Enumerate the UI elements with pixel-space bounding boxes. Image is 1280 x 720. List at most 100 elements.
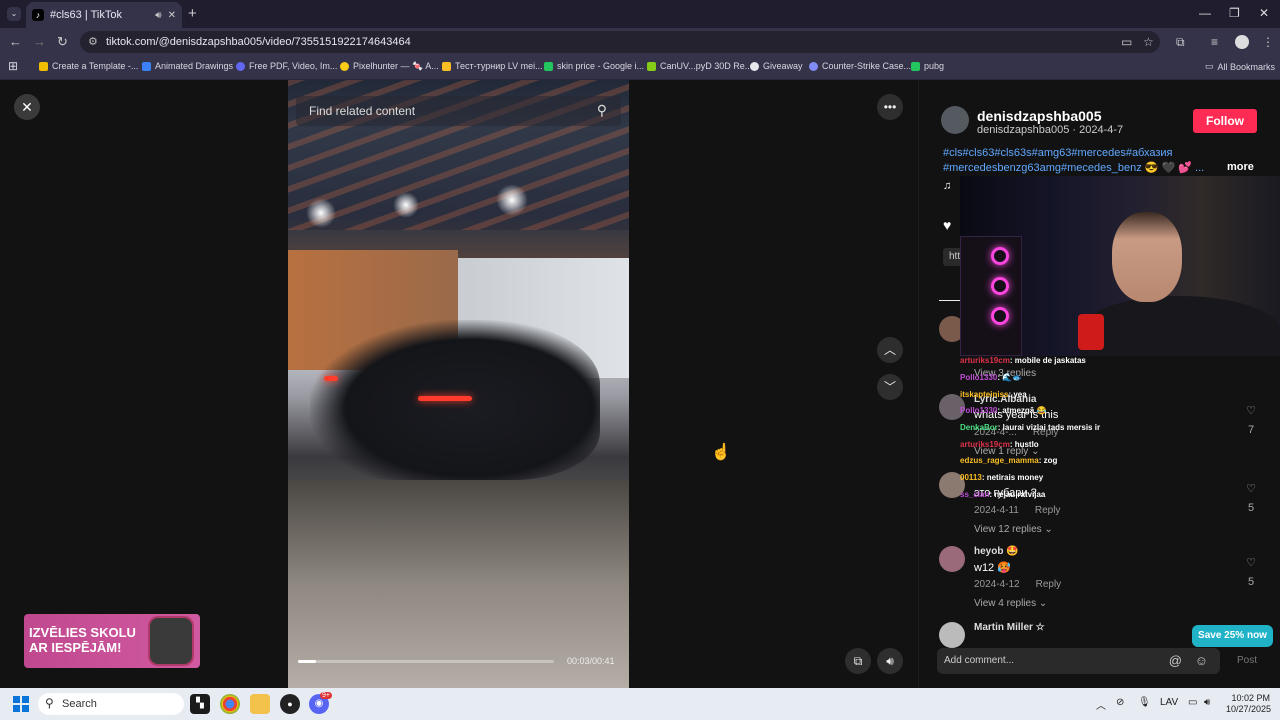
comment-avatar[interactable] xyxy=(939,546,965,572)
chrome-icon[interactable] xyxy=(220,694,240,714)
chat-message: : 🌊🐟 xyxy=(997,373,1023,382)
media-controls-icon[interactable]: ≡ xyxy=(1211,35,1218,49)
url-text: tiktok.com/@denisdzapshba005/video/73551… xyxy=(106,36,411,48)
hashtags-line-1[interactable]: #cls#cls63#cls63s#amg63#mercedes#абхазия xyxy=(943,146,1233,161)
bookmark-item[interactable]: CanUV...pyD 30D Re... xyxy=(647,61,752,71)
search-placeholder: Find related content xyxy=(309,104,416,118)
post-comment-button[interactable]: Post xyxy=(1237,655,1257,666)
bookmark-favicon-icon xyxy=(39,61,48,71)
chat-user: Pollo1330 xyxy=(960,406,998,415)
hashtags-line-2[interactable]: #mercedesbenzg63amg#mecedes_benz 😎 🖤 💕 .… xyxy=(943,161,1233,176)
bookmark-item[interactable]: pubg xyxy=(911,61,944,71)
follow-button[interactable]: Follow xyxy=(1193,109,1257,133)
comment-author[interactable]: Martin Miller ☆ xyxy=(974,622,1045,633)
tab-search-dropdown-icon[interactable]: ⌄ xyxy=(7,7,21,21)
chat-message: : atmezgā 😂 xyxy=(997,406,1047,415)
address-toolbar: ← → ↻ ⚙︎ tiktok.com/@denisdzapshba005/vi… xyxy=(0,28,1280,56)
all-bookmarks-label: All Bookmarks xyxy=(1217,61,1276,72)
bookmark-item[interactable]: Counter-Strike Case... xyxy=(809,61,911,71)
volume-button[interactable]: 🔊︎ xyxy=(877,648,903,674)
restore-icon[interactable]: ❐ xyxy=(1229,6,1240,20)
bookmark-label: Free PDF, Video, Im... xyxy=(249,61,338,71)
profile-avatar-icon[interactable] xyxy=(1235,35,1249,49)
forward-arrow-icon[interactable]: → xyxy=(33,34,46,49)
view-replies[interactable]: View 4 replies ⌄ xyxy=(974,598,1047,609)
keyboard-language[interactable]: LAV xyxy=(1160,697,1178,708)
bookmark-favicon-icon xyxy=(340,62,349,71)
comment-like-icon[interactable]: ♡ xyxy=(1243,404,1259,417)
extensions-icon[interactable]: ⧉ xyxy=(1176,35,1185,50)
more-options-button[interactable]: ••• xyxy=(877,94,903,120)
find-related-search[interactable]: Find related content ⚲ xyxy=(296,96,621,126)
like-count: 5 xyxy=(1247,502,1255,514)
app-icon[interactable]: ● xyxy=(280,694,300,714)
menu-kebab-icon[interactable]: ⋮ xyxy=(1262,35,1274,49)
emoji-icon[interactable]: ☺ xyxy=(1195,653,1208,668)
music-note-icon[interactable]: ♫ xyxy=(943,180,951,192)
promo-ad-banner[interactable]: IZVĒLIES SKOLU AR IESPĒJĀM! xyxy=(24,614,200,668)
taskbar-clock[interactable]: 10:02 PM 10/27/2025 xyxy=(1226,693,1272,715)
close-video-button[interactable]: ✕ xyxy=(14,94,40,120)
clock-date: 10/27/2025 xyxy=(1226,704,1272,714)
video-player[interactable]: Find related content ⚲ 00:03/00:41 xyxy=(288,80,629,688)
tray-app-icon[interactable]: ⊘ xyxy=(1116,697,1124,708)
save-discount-button[interactable]: Save 25% now xyxy=(1192,625,1273,647)
browser-tab[interactable]: ♪ #cls63 | TikTok 🔊︎ ✕ xyxy=(26,2,182,28)
bookmark-label: Тест-турнир LV mei... xyxy=(455,61,543,71)
more-button[interactable]: more xyxy=(1227,161,1254,173)
bookmark-item[interactable]: Create a Template -... xyxy=(39,61,138,71)
url-bar[interactable]: ⚙︎ tiktok.com/@denisdzapshba005/video/73… xyxy=(80,31,1160,53)
next-video-button[interactable]: ﹀ xyxy=(877,374,903,400)
bookmark-item[interactable]: Тест-турнир LV mei... xyxy=(442,61,543,71)
bookmark-item[interactable]: Giveaway xyxy=(750,61,803,71)
picture-in-picture-button[interactable]: ⧉ xyxy=(845,648,871,674)
chat-message: : zog xyxy=(1038,456,1058,465)
comment-like-icon[interactable]: ♡ xyxy=(1243,556,1259,569)
all-bookmarks[interactable]: ▭ All Bookmarks xyxy=(1205,61,1275,72)
previous-video-button[interactable]: ︿ xyxy=(877,337,903,363)
bookmark-favicon-icon xyxy=(647,61,656,71)
minimize-icon[interactable]: — xyxy=(1199,6,1211,20)
reload-icon[interactable]: ↻ xyxy=(57,34,68,50)
notification-badge: 9+ xyxy=(320,692,332,699)
bookmark-item[interactable]: Free PDF, Video, Im... xyxy=(236,61,337,71)
volume-icon[interactable]: 🔊︎ xyxy=(1204,697,1210,708)
microphone-icon[interactable]: 🎙︎ xyxy=(1138,697,1151,708)
webcam-fan-light xyxy=(991,277,1009,295)
bookmark-item[interactable]: Animated Drawings xyxy=(142,61,233,71)
comment-author[interactable]: heyob 🤩 xyxy=(974,546,1019,557)
comment-like-icon[interactable]: ♡ xyxy=(1243,482,1259,495)
search-icon[interactable]: ⚲ xyxy=(597,102,607,119)
author-username[interactable]: denisdzapshba005 xyxy=(977,108,1102,124)
network-icon[interactable]: ▭ xyxy=(1188,697,1197,708)
author-avatar[interactable] xyxy=(941,106,969,134)
apps-grid-icon[interactable]: ⊞ xyxy=(8,59,18,73)
chat-message: : laurai vizlai tads mersis ir xyxy=(997,423,1101,432)
bookmark-label: skin price - Google i... xyxy=(557,61,645,71)
close-tab-icon[interactable]: ✕ xyxy=(168,10,176,21)
taskbar-search[interactable]: ⚲ Search xyxy=(38,693,184,715)
like-heart-icon[interactable]: ♥ xyxy=(943,217,951,233)
new-tab-icon[interactable]: + xyxy=(188,5,197,22)
file-explorer-icon[interactable] xyxy=(250,694,270,714)
bookmark-star-icon[interactable]: ☆ xyxy=(1143,35,1154,49)
comment-avatar[interactable] xyxy=(939,622,965,648)
site-info-icon[interactable]: ⚙︎ xyxy=(88,35,98,48)
task-view-icon[interactable]: ▚ xyxy=(190,694,210,714)
cast-icon[interactable]: ▭ xyxy=(1121,35,1132,49)
mention-icon[interactable]: @ xyxy=(1169,653,1182,668)
reply-button[interactable]: Reply xyxy=(1036,579,1062,590)
reply-button[interactable]: Reply xyxy=(1035,505,1061,516)
view-replies[interactable]: View 12 replies ⌄ xyxy=(974,524,1053,535)
bookmark-item[interactable]: Pixelhunter — 🍬 A... xyxy=(340,61,439,72)
video-progress-bar[interactable] xyxy=(298,660,554,663)
bookmark-item[interactable]: skin price - Google i... xyxy=(544,61,644,71)
bookmark-label: CanUV...pyD 30D Re... xyxy=(660,61,753,71)
speaker-icon[interactable]: 🔊︎ xyxy=(155,10,161,21)
add-comment-input[interactable]: Add comment... @ ☺ xyxy=(937,648,1220,674)
back-arrow-icon[interactable]: ← xyxy=(9,34,22,49)
windows-start-icon[interactable] xyxy=(13,696,29,712)
video-description: #cls#cls63#cls63s#amg63#mercedes#абхазия… xyxy=(943,146,1233,176)
tray-overflow-icon[interactable]: ︿ xyxy=(1096,697,1106,712)
window-close-icon[interactable]: ✕ xyxy=(1259,6,1269,20)
